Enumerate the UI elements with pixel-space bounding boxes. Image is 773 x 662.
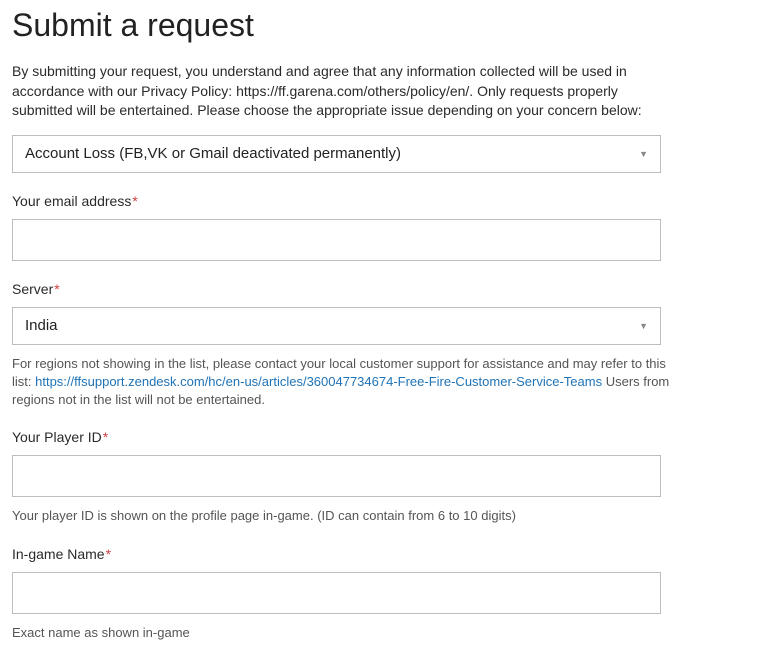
required-asterisk: *	[54, 281, 59, 297]
server-hint-link[interactable]: https://ffsupport.zendesk.com/hc/en-us/a…	[35, 374, 602, 389]
required-asterisk: *	[132, 193, 137, 209]
ingame-name-input[interactable]	[12, 572, 661, 614]
server-select[interactable]: India ▼	[12, 307, 661, 345]
email-label: Your email address*	[12, 193, 761, 209]
issue-selected-value: Account Loss (FB,VK or Gmail deactivated…	[25, 145, 401, 162]
ingame-name-label: In-game Name*	[12, 546, 761, 562]
server-label: Server*	[12, 281, 761, 297]
chevron-down-icon: ▼	[639, 149, 648, 159]
chevron-down-icon: ▼	[639, 321, 648, 331]
server-label-text: Server	[12, 281, 53, 297]
server-hint: For regions not showing in the list, ple…	[12, 355, 672, 410]
server-selected-value: India	[25, 317, 58, 334]
ingame-name-hint: Exact name as shown in-game	[12, 624, 672, 642]
player-id-label-text: Your Player ID	[12, 429, 102, 445]
issue-select[interactable]: Account Loss (FB,VK or Gmail deactivated…	[12, 135, 661, 173]
email-input[interactable]	[12, 219, 661, 261]
ingame-name-label-text: In-game Name	[12, 546, 105, 562]
required-asterisk: *	[106, 546, 111, 562]
player-id-input[interactable]	[12, 455, 661, 497]
page-title: Submit a request	[12, 7, 761, 44]
player-id-label: Your Player ID*	[12, 429, 761, 445]
email-label-text: Your email address	[12, 193, 131, 209]
intro-text: By submitting your request, you understa…	[12, 62, 672, 121]
player-id-hint: Your player ID is shown on the profile p…	[12, 507, 672, 525]
required-asterisk: *	[103, 429, 108, 445]
